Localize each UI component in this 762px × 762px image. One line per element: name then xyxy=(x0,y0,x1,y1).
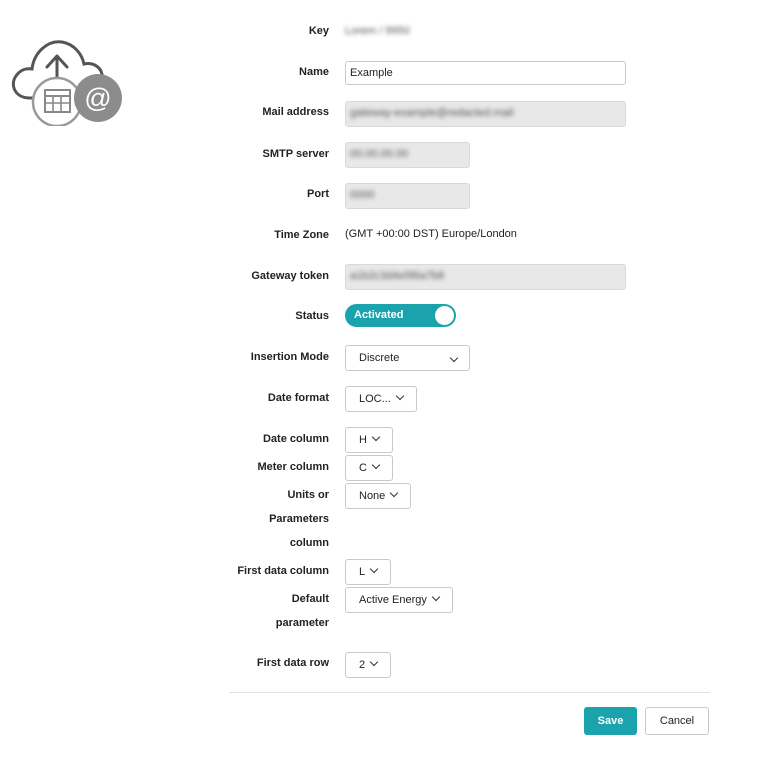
insertion-mode-value: Discrete xyxy=(359,352,400,364)
date-format-label: Date format xyxy=(267,392,329,404)
save-button[interactable]: Save xyxy=(584,707,637,735)
token-value: a1b2c3d4e5f6a7b8 xyxy=(350,270,445,282)
date-column-label: Date column xyxy=(262,433,329,445)
key-label: Key xyxy=(308,25,329,37)
toggle-knob xyxy=(435,306,454,325)
name-input[interactable]: Example xyxy=(345,61,626,85)
meter-column-value: C xyxy=(359,462,367,474)
meter-column-label: Meter column xyxy=(257,461,329,473)
default-parameter-select[interactable]: Active Energy xyxy=(345,587,453,613)
token-field: a1b2c3d4e5f6a7b8 xyxy=(345,264,626,290)
status-label: Status xyxy=(295,310,329,322)
status-toggle-label: Activated xyxy=(354,309,404,321)
timezone-value: (GMT +00:00 DST) Europe/London xyxy=(345,228,517,240)
chevron-down-icon xyxy=(431,592,441,602)
name-label: Name xyxy=(299,66,329,78)
timezone-label: Time Zone xyxy=(274,229,329,241)
insertion-mode-select[interactable]: Discrete xyxy=(345,345,470,371)
first-data-column-value: L xyxy=(359,566,366,578)
token-label: Gateway token xyxy=(251,270,329,282)
date-format-value: LOC... xyxy=(359,393,391,405)
first-data-column-select[interactable]: L xyxy=(345,559,392,585)
chevron-down-icon xyxy=(449,353,459,363)
key-value: Lorem / 9950 xyxy=(345,25,410,37)
units-column-select[interactable]: None xyxy=(345,483,412,509)
mail-field: gateway-example@redacted.mail xyxy=(345,101,626,127)
chevron-down-icon xyxy=(371,432,381,442)
chevron-down-icon xyxy=(390,488,399,498)
mail-label: Mail address xyxy=(262,106,329,118)
units-column-label-line1: Units or xyxy=(287,489,329,501)
date-column-select[interactable]: H xyxy=(345,427,393,453)
first-data-row-value: 2 xyxy=(359,659,366,671)
chevron-down-icon xyxy=(395,391,405,401)
footer-divider xyxy=(229,692,710,693)
status-toggle[interactable]: Activated xyxy=(345,304,456,327)
default-parameter-label-line2: parameter xyxy=(275,617,329,629)
date-format-select[interactable]: LOC... xyxy=(345,386,417,412)
first-data-column-label: First data column xyxy=(237,565,329,577)
units-column-label-line2: Parameters xyxy=(269,513,329,525)
mail-value: gateway-example@redacted.mail xyxy=(350,107,514,119)
meter-column-select[interactable]: C xyxy=(345,455,393,481)
smtp-label: SMTP server xyxy=(262,148,329,160)
svg-text:@: @ xyxy=(84,83,111,113)
first-data-row-label: First data row xyxy=(256,657,329,669)
chevron-down-icon xyxy=(369,657,379,667)
first-data-row-select[interactable]: 2 xyxy=(345,652,392,678)
default-parameter-value: Active Energy xyxy=(359,594,427,606)
smtp-field: 00.00.00.00 xyxy=(345,142,470,168)
default-parameter-label-line1: Default xyxy=(291,593,329,605)
cancel-button[interactable]: Cancel xyxy=(645,707,709,735)
units-column-label-line3: column xyxy=(289,537,329,549)
insertion-mode-label: Insertion Mode xyxy=(250,351,329,363)
cloud-upload-calendar-email-icon: @ xyxy=(11,40,122,126)
chevron-down-icon xyxy=(371,460,381,470)
units-column-value: None xyxy=(359,490,386,502)
smtp-value: 00.00.00.00 xyxy=(350,148,409,160)
port-label: Port xyxy=(307,188,329,200)
date-column-value: H xyxy=(359,434,367,446)
chevron-down-icon xyxy=(369,564,379,574)
port-value: 0000 xyxy=(350,189,375,201)
port-field: 0000 xyxy=(345,183,470,209)
